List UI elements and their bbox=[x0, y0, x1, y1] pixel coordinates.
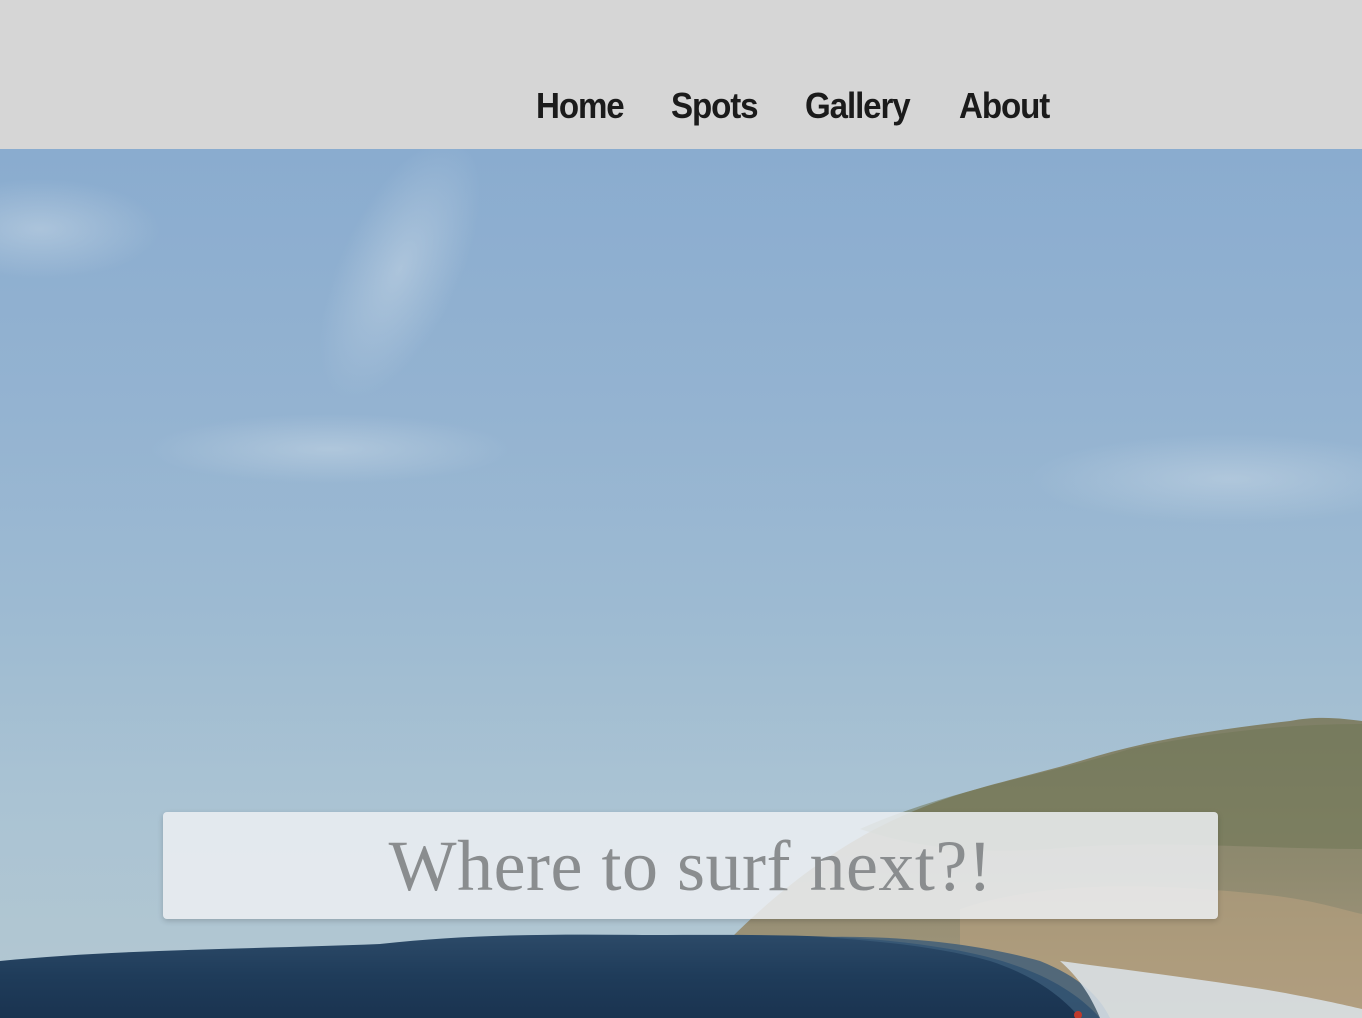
cloud-wisp bbox=[0, 179, 160, 279]
nav-item-gallery: Gallery bbox=[805, 84, 919, 128]
hero-section: Where to surf next?! bbox=[0, 149, 1362, 1018]
cloud-wisp bbox=[1030, 434, 1362, 524]
nav-link-about[interactable]: About bbox=[959, 84, 1050, 128]
nav-item-about: About bbox=[959, 84, 1057, 128]
nav-link-gallery[interactable]: Gallery bbox=[805, 84, 911, 128]
nav-item-home: Home bbox=[536, 84, 631, 128]
nav-menu: Home Spots Gallery About bbox=[536, 84, 1057, 128]
hero-headline: Where to surf next?! bbox=[388, 825, 993, 906]
top-navbar: Home Spots Gallery About bbox=[0, 0, 1362, 149]
nav-link-home[interactable]: Home bbox=[536, 84, 625, 128]
cloud-wisp bbox=[150, 414, 510, 484]
headline-banner: Where to surf next?! bbox=[163, 812, 1218, 919]
nav-item-spots: Spots bbox=[671, 84, 765, 128]
cloud-wisp bbox=[319, 149, 481, 399]
nav-link-spots[interactable]: Spots bbox=[671, 84, 759, 128]
